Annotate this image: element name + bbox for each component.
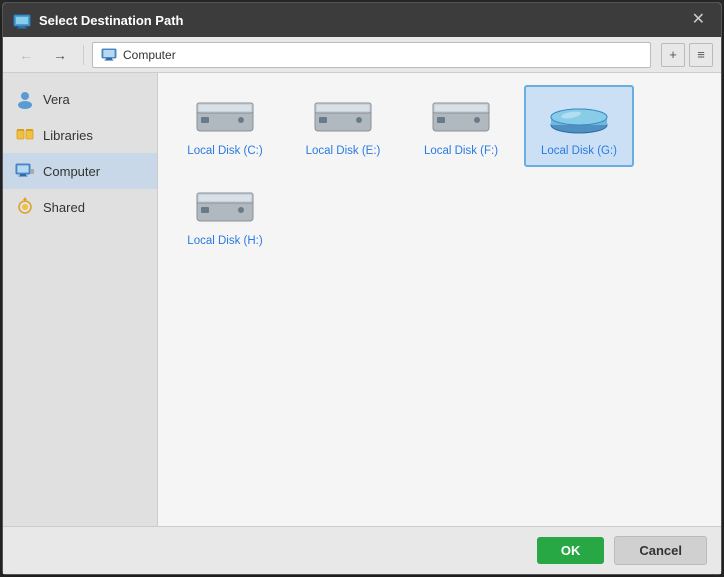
cancel-button[interactable]: Cancel	[614, 536, 707, 565]
file-area: Local Disk (C:) Local Disk (E:)	[158, 73, 721, 526]
computer-address-icon	[101, 47, 117, 63]
dialog-icon	[13, 11, 31, 29]
back-button[interactable]: ←	[11, 43, 41, 67]
disk-c-icon	[193, 95, 257, 139]
address-text: Computer	[123, 48, 176, 62]
disk-g-icon	[547, 95, 611, 139]
forward-button[interactable]: →	[45, 43, 75, 67]
sidebar-item-shared[interactable]: Shared	[3, 189, 157, 225]
toolbar-separator	[83, 45, 84, 65]
sidebar: Vera Libraries	[3, 73, 158, 526]
disk-h-icon	[193, 185, 257, 229]
view-toggle-button[interactable]: ≡	[689, 43, 713, 67]
libraries-icon	[15, 125, 35, 145]
sidebar-label-shared: Shared	[43, 200, 85, 215]
file-item-disk-h[interactable]: Local Disk (H:)	[170, 175, 280, 257]
file-item-disk-e[interactable]: Local Disk (E:)	[288, 85, 398, 167]
toolbar-actions: + ≡	[661, 43, 713, 67]
sidebar-item-vera[interactable]: Vera	[3, 81, 157, 117]
select-destination-dialog: Select Destination Path ✕ ← → Computer +…	[2, 2, 722, 575]
file-item-disk-c[interactable]: Local Disk (C:)	[170, 85, 280, 167]
computer-sidebar-icon	[15, 161, 35, 181]
sidebar-label-computer: Computer	[43, 164, 100, 179]
user-icon	[15, 89, 35, 109]
title-bar: Select Destination Path ✕	[3, 3, 721, 37]
ok-button[interactable]: OK	[537, 537, 605, 564]
shared-icon	[15, 197, 35, 217]
file-item-disk-g[interactable]: Local Disk (G:)	[524, 85, 634, 167]
disk-f-label: Local Disk (F:)	[424, 145, 498, 157]
main-content: Vera Libraries	[3, 73, 721, 526]
new-folder-button[interactable]: +	[661, 43, 685, 67]
disk-g-label: Local Disk (G:)	[541, 145, 617, 157]
file-item-disk-f[interactable]: Local Disk (F:)	[406, 85, 516, 167]
close-button[interactable]: ✕	[686, 10, 711, 30]
sidebar-label-libraries: Libraries	[43, 128, 93, 143]
toolbar: ← → Computer + ≡	[3, 37, 721, 73]
sidebar-label-vera: Vera	[43, 92, 70, 107]
disk-c-label: Local Disk (C:)	[187, 145, 262, 157]
footer: OK Cancel	[3, 526, 721, 574]
address-bar: Computer	[92, 42, 651, 68]
disk-e-label: Local Disk (E:)	[306, 145, 381, 157]
disk-e-icon	[311, 95, 375, 139]
dialog-title: Select Destination Path	[39, 13, 686, 28]
sidebar-item-computer[interactable]: Computer	[3, 153, 157, 189]
disk-f-icon	[429, 95, 493, 139]
sidebar-item-libraries[interactable]: Libraries	[3, 117, 157, 153]
disk-h-label: Local Disk (H:)	[187, 235, 262, 247]
